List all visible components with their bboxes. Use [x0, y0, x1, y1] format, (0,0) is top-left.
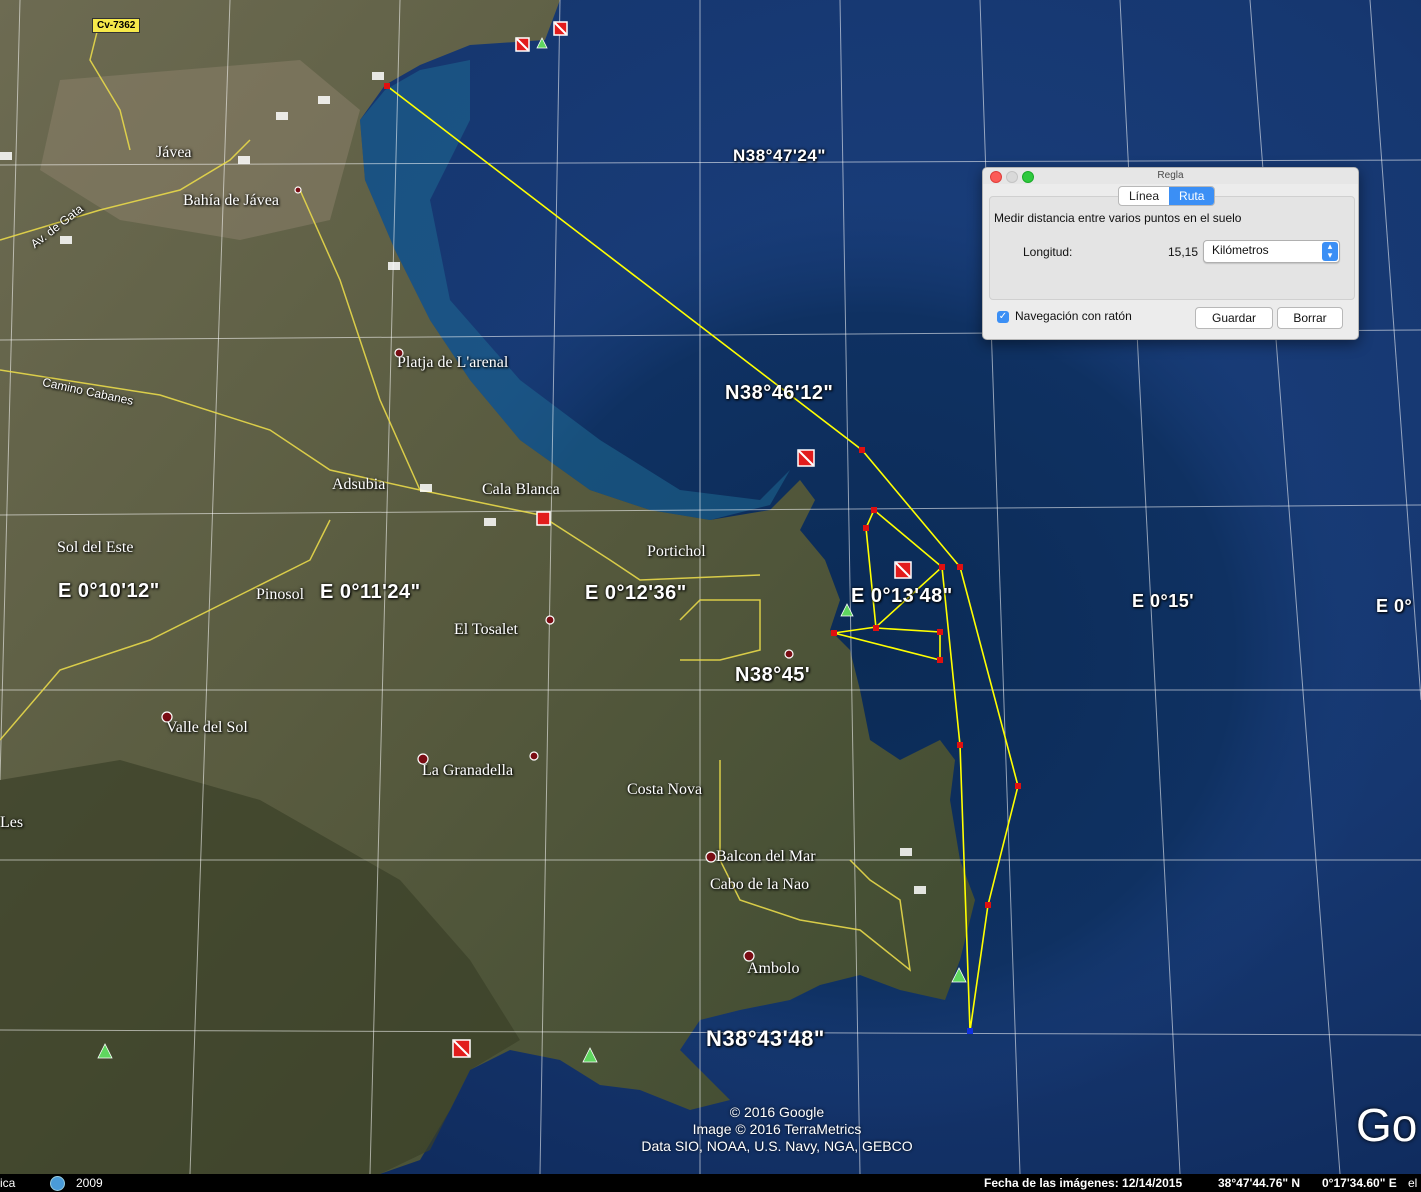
grid-label-e0-edge: E 0° — [1376, 596, 1413, 616]
dialog-titlebar[interactable]: Regla — [983, 168, 1358, 184]
attribution-google: © 2016 Google — [729, 1104, 825, 1120]
status-left-text: ica — [0, 1176, 16, 1190]
road-badge: Cv-7362 — [92, 18, 141, 33]
route-end-point — [967, 1028, 973, 1034]
grid-label-n38-43-48: N38°43'48" — [706, 1026, 825, 1051]
map-attribution: © 2016 Google Image © 2016 TerraMetrics … — [612, 1104, 942, 1155]
status-latitude: 38°47'44.76" N — [1218, 1176, 1301, 1190]
ruler-description: Medir distancia entre varios puntos en e… — [994, 211, 1242, 225]
unit-select[interactable]: Kilómetros ▴ ▾ — [1203, 240, 1340, 263]
grid-label-n38-47-24: N38°47'24" — [733, 146, 826, 165]
ruler-mode-tabs: Línea Ruta — [1118, 186, 1216, 206]
save-button[interactable]: Guardar — [1195, 307, 1273, 329]
place-label-la-granadella: La Granadella — [422, 762, 514, 779]
google-logo: Go — [1356, 1099, 1418, 1151]
ruler-panel: Medir distancia entre varios puntos en e… — [989, 196, 1355, 300]
place-label-valle-del-sol: Valle del Sol — [166, 719, 248, 736]
dialog-title: Regla — [1157, 170, 1184, 181]
tab-linea[interactable]: Línea — [1119, 187, 1169, 205]
mouse-navigation-label: Navegación con ratón — [1015, 309, 1132, 323]
length-value: 15,15 — [1168, 245, 1199, 259]
grid-label-e0-15: E 0°15' — [1132, 591, 1195, 611]
place-label-balcon-del-mar: Balcon del Mar — [716, 848, 816, 865]
place-label-sol-del-este: Sol del Este — [57, 539, 134, 556]
grid-label-n38-45: N38°45' — [735, 664, 811, 686]
place-label-cabo-de-la-nao: Cabo de la Nao — [710, 876, 810, 893]
grid-label-e0-12-36: E 0°12'36" — [585, 582, 687, 604]
attribution-data: Data SIO, NOAA, U.S. Navy, NGA, GEBCO — [641, 1138, 913, 1154]
length-label: Longitud: — [1023, 245, 1073, 259]
tab-ruta[interactable]: Ruta — [1169, 187, 1215, 205]
globe-icon[interactable] — [50, 1176, 65, 1191]
mouse-navigation-checkbox[interactable]: ✓ — [997, 311, 1009, 323]
grid-label-e0-11-24: E 0°11'24" — [320, 581, 421, 603]
status-imagery-date: Fecha de las imágenes: 12/14/2015 — [984, 1176, 1183, 1190]
ruler-dialog: Regla Medir distancia entre varios punto… — [982, 167, 1359, 340]
place-label-portichol: Portichol — [647, 543, 706, 560]
place-label-costa-nova: Costa Nova — [627, 781, 703, 798]
unit-select-value: Kilómetros — [1212, 243, 1269, 257]
chevron-updown-icon: ▴ ▾ — [1322, 242, 1338, 261]
place-label-les: Les — [0, 814, 24, 831]
status-bar: ica 2009 Fecha de las imágenes: 12/14/20… — [0, 1174, 1421, 1192]
place-label-adsubia: Adsubia — [332, 476, 386, 493]
clear-button[interactable]: Borrar — [1277, 307, 1343, 329]
place-label-ambolo: Ambolo — [747, 960, 800, 977]
attribution-imagery: Image © 2016 TerraMetrics — [692, 1121, 862, 1137]
status-longitude: 0°17'34.60" E — [1322, 1176, 1397, 1190]
grid-label-e0-10-12: E 0°10'12" — [58, 580, 160, 602]
place-label-cala-blanca: Cala Blanca — [482, 481, 560, 498]
place-label-javea: Jávea — [156, 144, 192, 161]
place-label-bahia-de-javea: Bahía de Jávea — [183, 192, 279, 209]
place-label-el-tosalet: El Tosalet — [454, 621, 518, 638]
grid-label-e0-13-48: E 0°13'48" — [851, 585, 953, 607]
grid-label-n38-46-12: N38°46'12" — [725, 382, 834, 404]
place-label-platja-de-larenal: Platja de L'arenal — [397, 354, 509, 371]
status-extra: el — [1408, 1176, 1418, 1190]
status-year: 2009 — [76, 1176, 103, 1190]
place-label-pinosol: Pinosol — [256, 586, 305, 603]
